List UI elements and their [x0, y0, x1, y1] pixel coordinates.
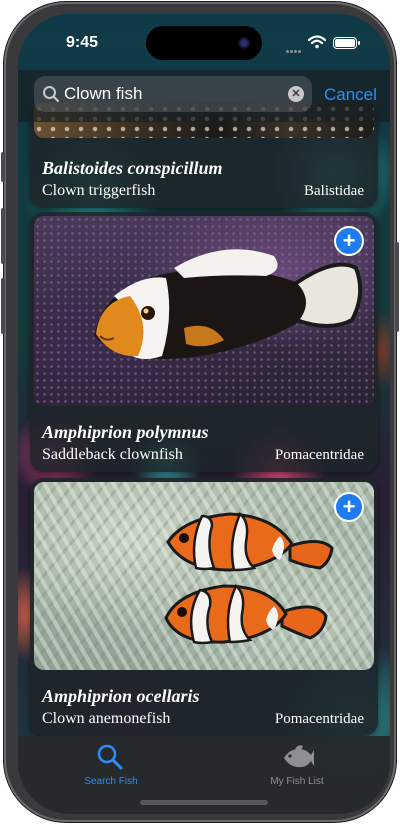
status-bar: 9:45 — [18, 14, 390, 70]
search-results-list[interactable]: Balistoides conspicillum Clown triggerfi… — [18, 14, 390, 814]
family-name: Pomacentridae — [274, 711, 364, 727]
common-name: Clown anemonefish — [42, 710, 171, 727]
home-indicator — [140, 800, 268, 805]
camera-icon — [238, 37, 250, 49]
dynamic-island — [146, 26, 262, 60]
saddleback-clownfish-illustration — [94, 249, 363, 360]
clear-search-icon[interactable]: ✕ — [288, 86, 304, 102]
screen: Balistoides conspicillum Clown triggerfi… — [18, 14, 390, 814]
search-field[interactable]: ✕ — [34, 76, 312, 112]
phone-frame: Balistoides conspicillum Clown triggerfi… — [1, 2, 399, 822]
tab-search-fish[interactable]: Search Fish — [51, 742, 171, 792]
fish-photo: + — [34, 216, 374, 406]
family-name: Pomacentridae — [274, 447, 364, 463]
common-name: Clown triggerfish — [42, 182, 156, 199]
result-card-amphiprion-ocellaris[interactable]: + Amphiprion ocellaris Clown anemonefish… — [30, 478, 378, 736]
plus-icon: + — [342, 228, 356, 253]
plus-icon: + — [342, 494, 356, 519]
wifi-icon — [308, 35, 326, 49]
add-to-list-button[interactable]: + — [334, 492, 364, 522]
scientific-name: Balistoides conspicillum — [42, 158, 223, 178]
tab-my-fish-list[interactable]: My Fish List — [237, 742, 357, 792]
cancel-button[interactable]: Cancel — [324, 85, 377, 105]
tab-label: My Fish List — [270, 776, 324, 787]
tab-label: Search Fish — [84, 776, 138, 787]
scientific-name: Amphiprion ocellaris — [42, 686, 200, 706]
volume-down-button — [1, 278, 5, 334]
search-input[interactable] — [64, 76, 282, 112]
status-time: 9:45 — [66, 34, 99, 51]
fish-photo: + — [34, 482, 374, 670]
power-button — [395, 242, 399, 332]
family-name: Balistidae — [304, 183, 364, 199]
result-card-amphiprion-polymnus[interactable]: + Amphiprion polymnus Saddleback clownfi… — [30, 212, 378, 472]
fish-icon — [284, 745, 314, 768]
magnifyingglass-icon — [97, 744, 123, 770]
search-icon — [43, 86, 60, 103]
scientific-name: Amphiprion polymnus — [42, 422, 209, 442]
add-to-list-button[interactable]: + — [334, 226, 364, 256]
cellular-signal-icon — [286, 40, 302, 58]
volume-up-button — [1, 208, 5, 264]
search-bar: ✕ Cancel — [18, 70, 390, 122]
common-name: Saddleback clownfish — [42, 446, 183, 463]
action-button — [1, 152, 5, 182]
clown-anemonefish-illustration — [164, 511, 334, 645]
battery-icon — [333, 37, 360, 49]
